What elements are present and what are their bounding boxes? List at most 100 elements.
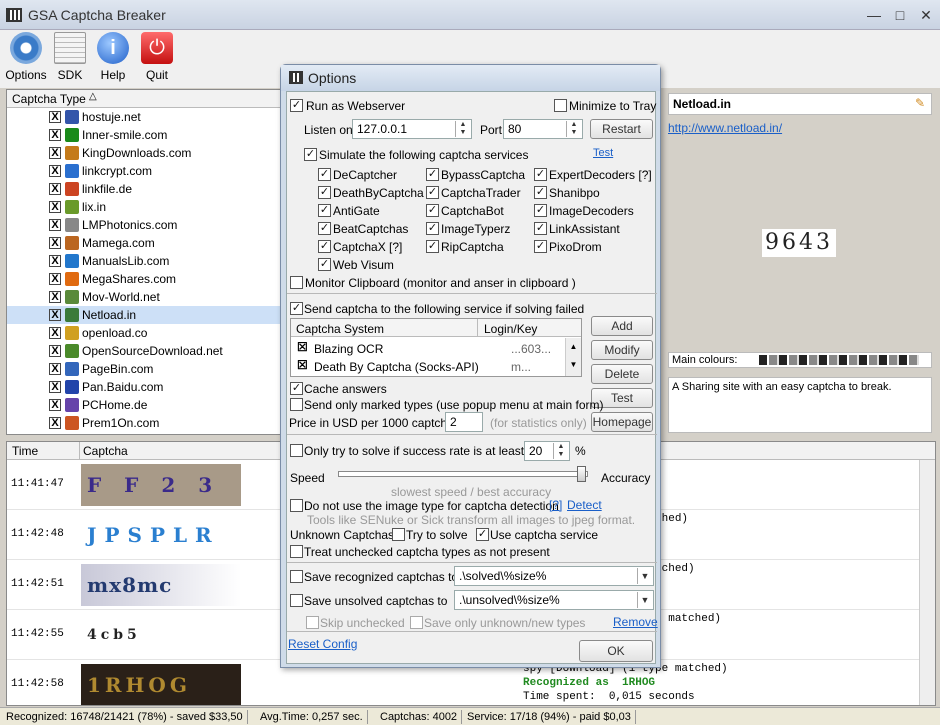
tree-item[interactable]: X Prem1On.com: [7, 414, 283, 432]
service-checkbox[interactable]: [534, 222, 547, 235]
cache-answers-checkbox[interactable]: [290, 382, 303, 395]
enabled-checkbox[interactable]: X: [49, 345, 61, 357]
enabled-checkbox[interactable]: X: [49, 363, 61, 375]
edit-pencil-icon[interactable]: ✎: [915, 96, 925, 110]
options-title-bar[interactable]: Options: [281, 65, 660, 91]
treat-unchecked-checkbox[interactable]: [290, 545, 303, 558]
tree-item[interactable]: X LMPhotonics.com: [7, 216, 283, 234]
tree-item[interactable]: X Mov-World.net: [7, 288, 283, 306]
reset-config-link[interactable]: Reset Config: [288, 637, 357, 651]
service-checkbox[interactable]: [318, 240, 331, 253]
service-table[interactable]: Captcha System Login/Key ☒ Blazing OCR .…: [290, 318, 582, 377]
homepage-button[interactable]: Homepage: [591, 412, 653, 432]
sdk-button[interactable]: SDK: [48, 32, 92, 82]
send-failed-checkbox[interactable]: [290, 302, 303, 315]
enabled-checkbox[interactable]: X: [49, 255, 61, 267]
tree-item[interactable]: X PCHome.de: [7, 396, 283, 414]
service-checkbox[interactable]: [426, 222, 439, 235]
save-unsolved-path[interactable]: .\unsolved\%size% ▼: [454, 590, 654, 610]
port-field[interactable]: 80 ▲ ▼: [503, 119, 583, 139]
service-checkbox[interactable]: [426, 186, 439, 199]
captcha-type-list[interactable]: Captcha Type △ Xhostuje.net X Inner-smile.…: [6, 89, 284, 435]
service-checkbox[interactable]: [534, 240, 547, 253]
minimize-to-tray-checkbox[interactable]: [554, 99, 567, 112]
service-table-scrollbar[interactable]: ▲ ▼: [565, 338, 581, 376]
detail-name-box[interactable]: Netload.in ✎: [668, 93, 932, 115]
save-recognized-checkbox[interactable]: [290, 570, 303, 583]
only-try-checkbox[interactable]: [290, 444, 303, 457]
detail-url[interactable]: http://www.netload.in/: [668, 121, 782, 135]
service-checkbox[interactable]: [534, 186, 547, 199]
folder-dropdown-icon[interactable]: ▼: [637, 568, 652, 584]
tree-item[interactable]: X ManualsLib.com: [7, 252, 283, 270]
send-marked-checkbox[interactable]: [290, 398, 303, 411]
service-checkbox[interactable]: [426, 168, 439, 181]
tree-item[interactable]: Xlix.in: [7, 198, 283, 216]
enabled-checkbox[interactable]: X: [49, 183, 61, 195]
tree-item[interactable]: Xhostuje.net: [7, 108, 283, 126]
enabled-checkbox[interactable]: X: [49, 309, 61, 321]
price-field[interactable]: 2: [445, 412, 483, 432]
save-only-unknown-checkbox[interactable]: [410, 616, 423, 629]
dropdown-arrow-icon[interactable]: ▲ ▼: [455, 121, 470, 137]
enabled-checkbox[interactable]: X: [49, 399, 61, 411]
captcha-type-header[interactable]: Captcha Type △: [7, 90, 283, 108]
maximize-icon[interactable]: □: [892, 7, 908, 23]
enabled-checkbox[interactable]: X: [49, 291, 61, 303]
help-link[interactable]: [?]: [549, 498, 562, 512]
tree-item[interactable]: X Netload.in: [7, 306, 283, 324]
enabled-checkbox[interactable]: X: [49, 129, 61, 141]
service-checkbox[interactable]: [318, 168, 331, 181]
tree-item[interactable]: X MegaShares.com: [7, 270, 283, 288]
enabled-checkbox[interactable]: X: [49, 111, 61, 123]
service-checkbox[interactable]: [426, 204, 439, 217]
add-button[interactable]: Add: [591, 316, 653, 336]
tree-item[interactable]: Xlinkcrypt.com: [7, 162, 283, 180]
tree-item[interactable]: X OpenSourceDownload.net: [7, 342, 283, 360]
speed-accuracy-slider[interactable]: [338, 466, 588, 482]
service-row-x-icon[interactable]: ☒: [297, 340, 308, 354]
service-row[interactable]: ☒ Blazing OCR ...603...: [291, 339, 565, 357]
quit-button[interactable]: ⏻ Quit: [135, 32, 179, 82]
save-recognized-path[interactable]: .\solved\%size% ▼: [454, 566, 654, 586]
log-scrollbar[interactable]: [919, 460, 935, 705]
service-checkbox[interactable]: [534, 168, 547, 181]
detect-link[interactable]: Detect: [567, 498, 602, 512]
use-captcha-service-checkbox[interactable]: [476, 528, 489, 541]
service-row-x-icon[interactable]: ☒: [297, 358, 308, 372]
service-checkbox[interactable]: [534, 204, 547, 217]
test-link[interactable]: Test: [593, 147, 613, 159]
tree-item[interactable]: X Pan.Baidu.com: [7, 378, 283, 396]
enabled-checkbox[interactable]: X: [49, 165, 61, 177]
no-image-type-checkbox[interactable]: [290, 499, 303, 512]
enabled-checkbox[interactable]: X: [49, 147, 61, 159]
run-as-webserver-checkbox[interactable]: [290, 99, 303, 112]
tree-item[interactable]: X Inner-smile.com: [7, 126, 283, 144]
service-row[interactable]: ☒ Death By Captcha (Socks-API) m...: [291, 357, 565, 375]
tree-item[interactable]: X PageBin.com: [7, 360, 283, 378]
simulate-services-checkbox[interactable]: [304, 148, 317, 161]
delete-button[interactable]: Delete: [591, 364, 653, 384]
listen-on-field[interactable]: 127.0.0.1 ▲ ▼: [352, 119, 472, 139]
restart-button[interactable]: Restart: [590, 119, 653, 139]
enabled-checkbox[interactable]: X: [49, 219, 61, 231]
options-button[interactable]: Options: [4, 32, 48, 82]
skip-unchecked-checkbox[interactable]: [306, 616, 319, 629]
close-icon[interactable]: ✕: [918, 7, 934, 23]
enabled-checkbox[interactable]: X: [49, 417, 61, 429]
service-checkbox[interactable]: [318, 186, 331, 199]
folder-dropdown-icon[interactable]: ▼: [637, 592, 652, 608]
enabled-checkbox[interactable]: X: [49, 327, 61, 339]
service-checkbox[interactable]: [318, 258, 331, 271]
help-button[interactable]: i Help: [91, 32, 135, 82]
tree-item[interactable]: X KingDownloads.com: [7, 144, 283, 162]
enabled-checkbox[interactable]: X: [49, 273, 61, 285]
port-spinner-icon[interactable]: ▲ ▼: [566, 121, 581, 137]
slider-thumb[interactable]: [577, 466, 586, 482]
minimize-icon[interactable]: —: [866, 7, 882, 23]
tree-item[interactable]: Xlinkfile.de: [7, 180, 283, 198]
try-to-solve-checkbox[interactable]: [392, 528, 405, 541]
service-checkbox[interactable]: [318, 222, 331, 235]
save-unsolved-checkbox[interactable]: [290, 594, 303, 607]
success-rate-field[interactable]: 20 ▲ ▼: [524, 441, 570, 461]
